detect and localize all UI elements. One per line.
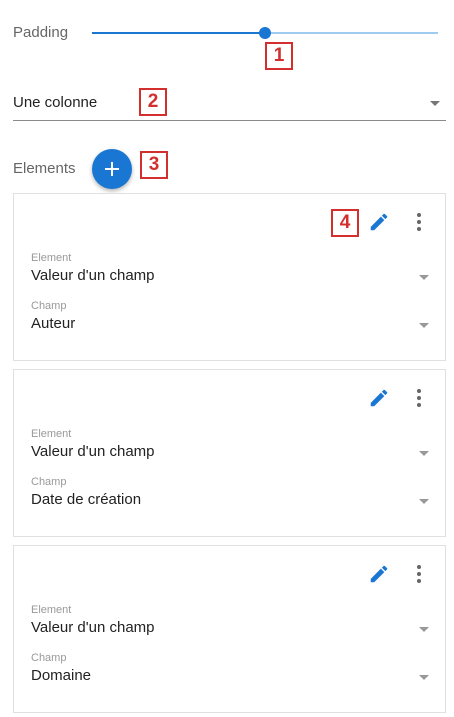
champ-caret-icon xyxy=(419,675,429,680)
element-type-label: Element xyxy=(31,428,72,440)
padding-slider-track[interactable] xyxy=(92,27,438,39)
champ-select[interactable]: Champ Auteur xyxy=(31,300,429,340)
padding-label: Padding xyxy=(13,24,69,41)
layout-select[interactable]: Une colonne xyxy=(13,86,446,121)
layout-select-value: Une colonne xyxy=(13,94,98,111)
padding-slider-fill xyxy=(92,32,265,34)
more-vertical-icon[interactable] xyxy=(412,212,426,232)
champ-value: Auteur xyxy=(31,315,76,332)
annotation-marker-2: 2 xyxy=(139,88,167,116)
padding-slider-thumb[interactable] xyxy=(259,27,271,39)
more-vertical-icon[interactable] xyxy=(412,388,426,408)
annotation-marker-4: 4 xyxy=(331,209,359,237)
element-type-value: Valeur d'un champ xyxy=(31,267,155,284)
champ-select[interactable]: Champ Domaine xyxy=(31,652,429,692)
element-card: Element Valeur d'un champ Champ Auteur xyxy=(13,193,446,361)
annotation-marker-3: 3 xyxy=(140,151,168,179)
element-type-value: Valeur d'un champ xyxy=(31,619,155,636)
element-card: Element Valeur d'un champ Champ Date de … xyxy=(13,369,446,537)
pencil-edit-icon[interactable] xyxy=(368,211,390,233)
champ-caret-icon xyxy=(419,323,429,328)
element-type-caret-icon xyxy=(419,627,429,632)
pencil-edit-icon[interactable] xyxy=(368,387,390,409)
element-type-label: Element xyxy=(31,604,72,616)
element-type-label: Element xyxy=(31,252,72,264)
champ-value: Date de création xyxy=(31,491,142,508)
champ-caret-icon xyxy=(419,499,429,504)
element-type-select[interactable]: Element Valeur d'un champ xyxy=(31,604,429,644)
champ-value: Domaine xyxy=(31,667,92,684)
champ-label: Champ xyxy=(31,476,67,488)
champ-select[interactable]: Champ Date de création xyxy=(31,476,429,516)
element-type-caret-icon xyxy=(419,451,429,456)
element-card: Element Valeur d'un champ Champ Domaine xyxy=(13,545,446,713)
champ-label: Champ xyxy=(31,300,67,312)
element-type-caret-icon xyxy=(419,275,429,280)
annotation-marker-1: 1 xyxy=(265,42,293,70)
element-type-select[interactable]: Element Valeur d'un champ xyxy=(31,252,429,292)
element-type-value: Valeur d'un champ xyxy=(31,443,155,460)
elements-label: Elements xyxy=(13,160,76,177)
add-element-button[interactable] xyxy=(92,149,132,189)
champ-label: Champ xyxy=(31,652,67,664)
element-type-select[interactable]: Element Valeur d'un champ xyxy=(31,428,429,468)
padding-row: Padding xyxy=(0,0,454,64)
layout-select-caret-icon xyxy=(430,101,440,106)
pencil-edit-icon[interactable] xyxy=(368,563,390,585)
more-vertical-icon[interactable] xyxy=(412,564,426,584)
